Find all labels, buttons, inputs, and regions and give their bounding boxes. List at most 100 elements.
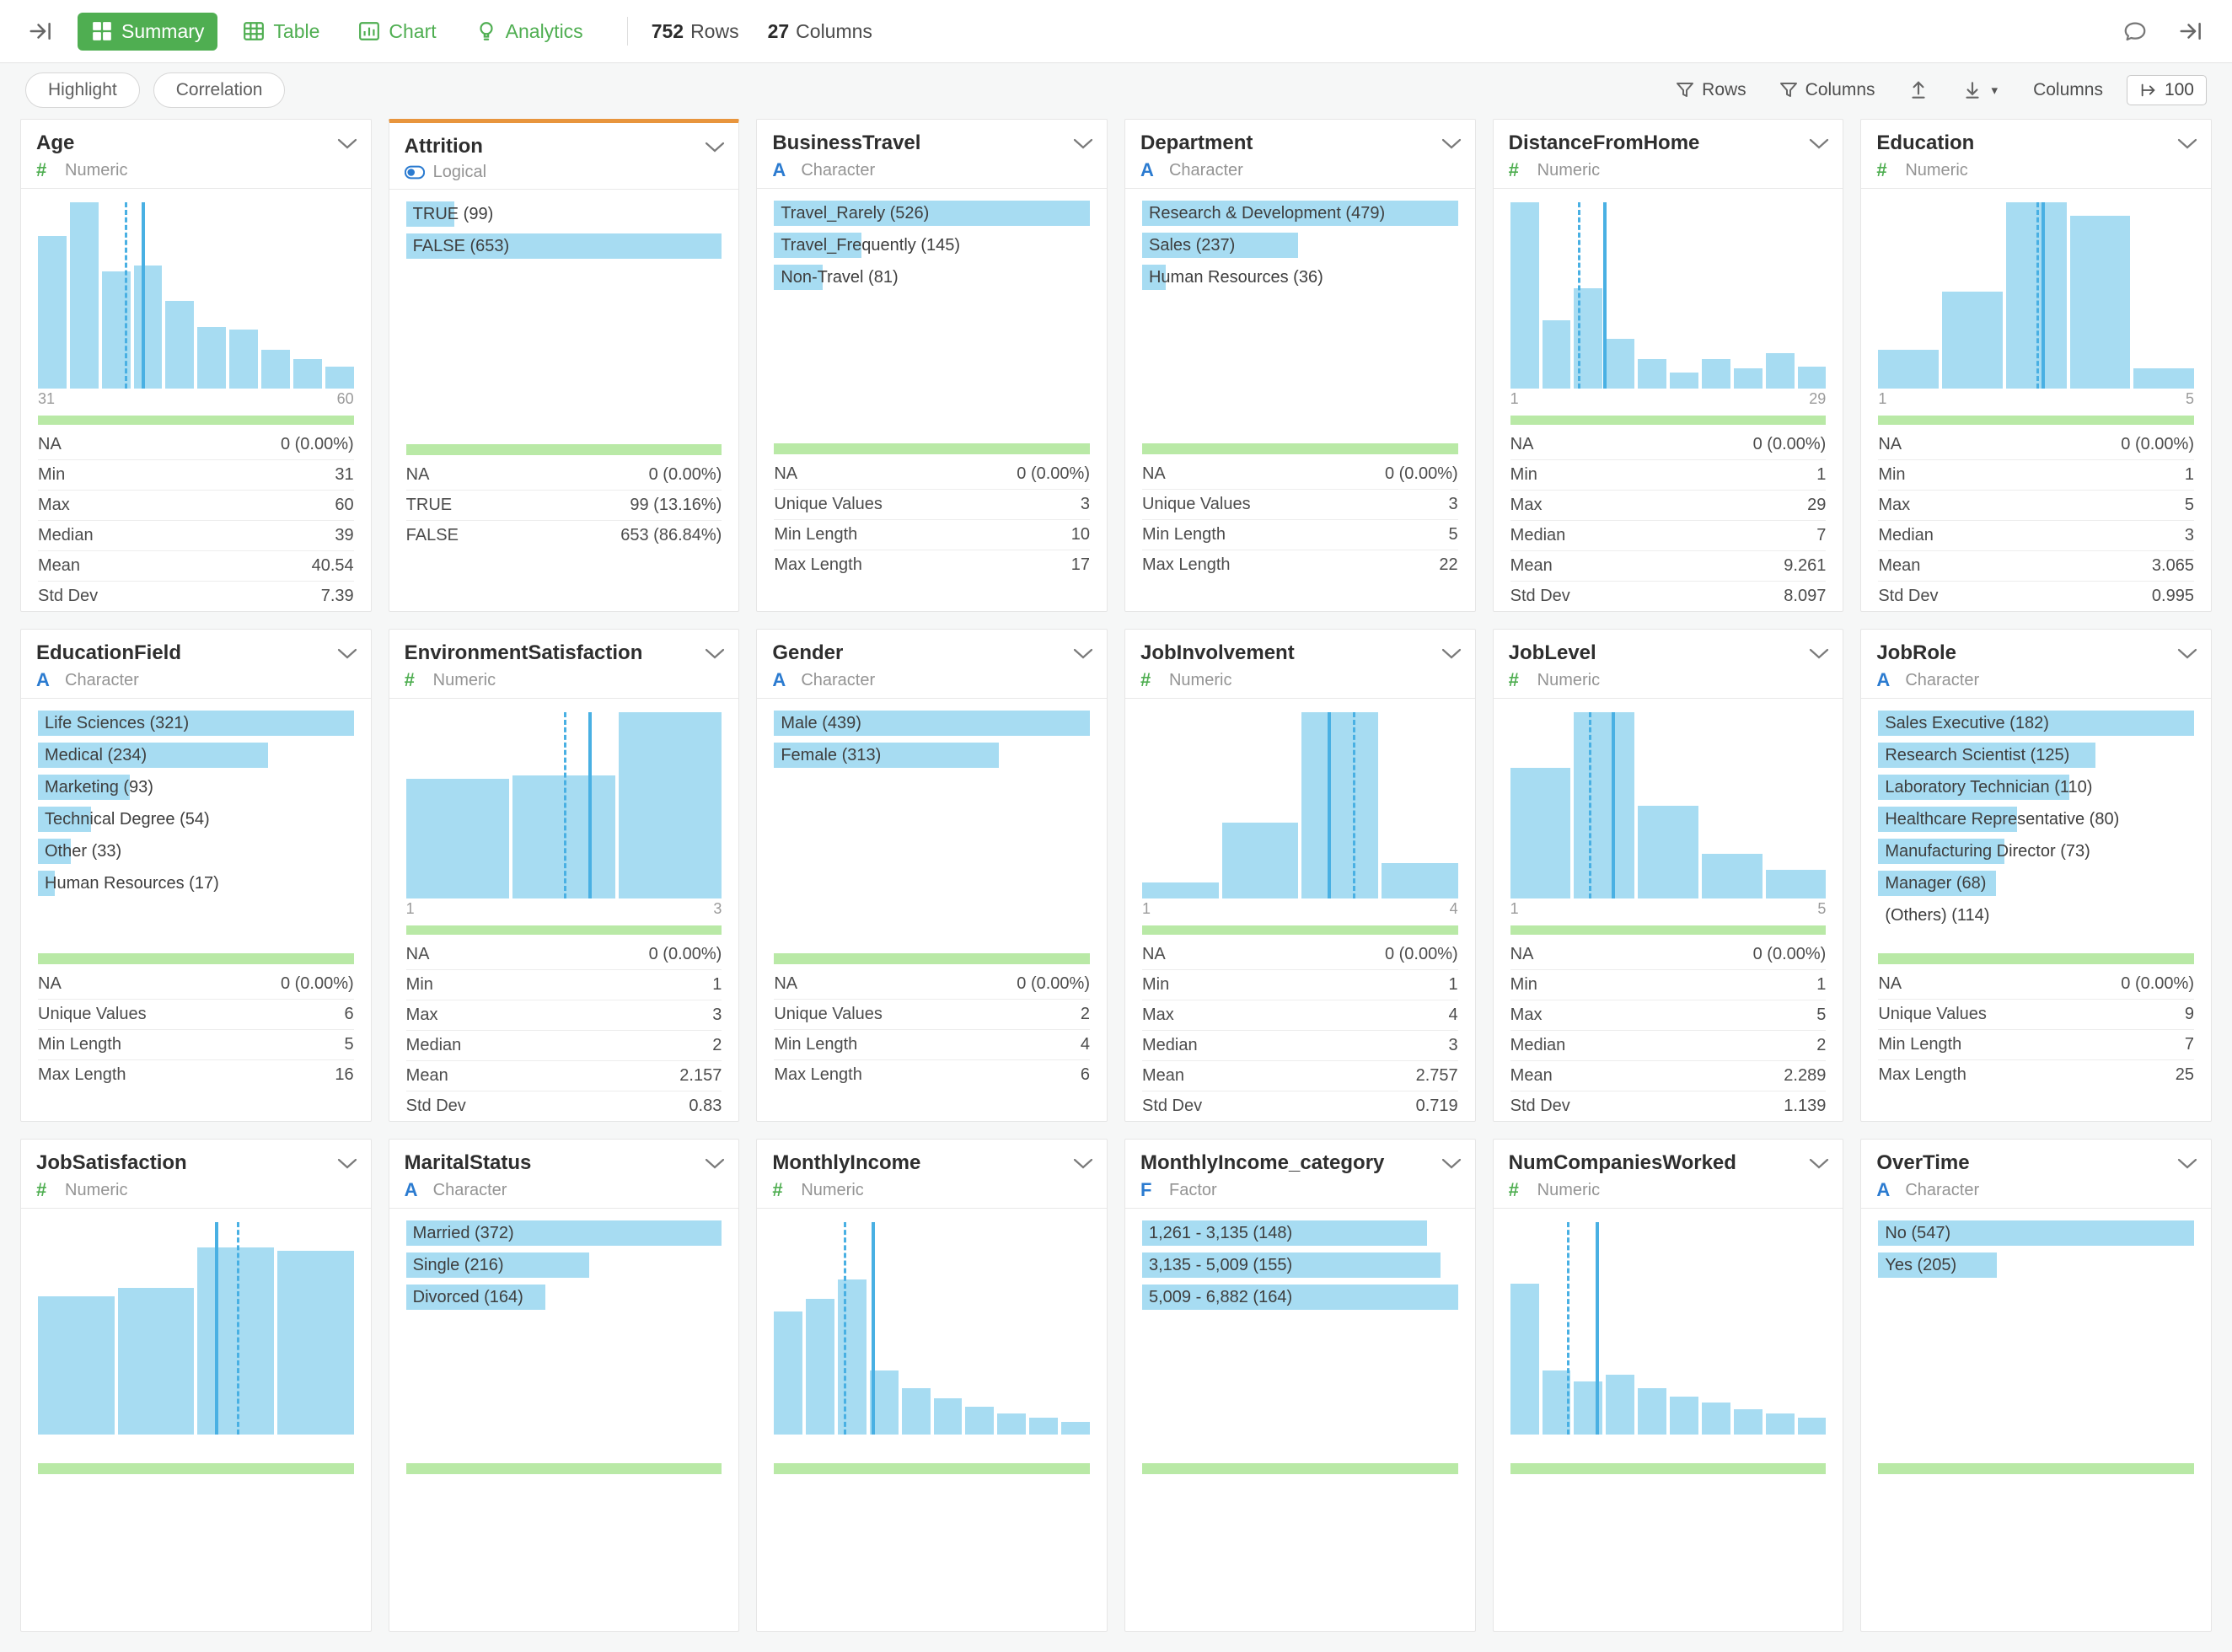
histogram[interactable] [774, 1222, 1090, 1435]
category-bar[interactable]: Single (216) [406, 1252, 722, 1278]
histogram-bar[interactable] [1766, 353, 1795, 389]
chevron-down-icon[interactable] [337, 648, 357, 664]
category-bar[interactable]: Laboratory Technician (110) [1878, 775, 2194, 800]
download-button[interactable]: ▾ [1961, 79, 1999, 101]
histogram[interactable] [38, 1222, 354, 1435]
chevron-down-icon[interactable] [2177, 138, 2197, 154]
chevron-down-icon[interactable] [1809, 138, 1829, 154]
correlation-button[interactable]: Correlation [153, 72, 286, 108]
category-bar[interactable]: Sales (237) [1142, 233, 1458, 258]
histogram-bar[interactable] [1301, 712, 1378, 898]
chevron-down-icon[interactable] [1073, 138, 1093, 154]
histogram-bar[interactable] [1574, 712, 1634, 898]
histogram-bar[interactable] [838, 1279, 867, 1435]
category-bar[interactable]: Travel_Frequently (145) [774, 233, 1090, 258]
collapse-right-panel-button[interactable] [2173, 13, 2208, 49]
histogram-bar[interactable] [293, 359, 322, 389]
tab-summary[interactable]: Summary [78, 13, 217, 51]
category-bar[interactable]: Human Resources (36) [1142, 265, 1458, 290]
histogram-bar[interactable] [1638, 806, 1698, 899]
highlight-button[interactable]: Highlight [25, 72, 140, 108]
histogram-bar[interactable] [229, 330, 258, 389]
histogram-bar[interactable] [965, 1407, 994, 1435]
histogram-bar[interactable] [1766, 870, 1827, 898]
chevron-down-icon[interactable] [1441, 1158, 1462, 1174]
category-bar[interactable]: Research Scientist (125) [1878, 743, 2194, 768]
histogram-bar[interactable] [1670, 373, 1698, 389]
filter-columns-button[interactable]: Columns [1779, 80, 1875, 100]
histogram-bar[interactable] [1029, 1418, 1058, 1435]
histogram[interactable] [1510, 202, 1827, 389]
histogram-bar[interactable] [806, 1299, 834, 1435]
histogram-bar[interactable] [1702, 1403, 1730, 1435]
histogram-bar[interactable] [1222, 823, 1299, 899]
histogram-bar[interactable] [1734, 1409, 1763, 1435]
category-bar[interactable]: Yes (205) [1878, 1252, 2194, 1278]
chevron-down-icon[interactable] [2177, 1158, 2197, 1174]
histogram-bar[interactable] [70, 202, 99, 389]
filter-rows-button[interactable]: Rows [1675, 80, 1746, 100]
histogram-bar[interactable] [902, 1388, 931, 1435]
category-bar[interactable]: TRUE (99) [406, 201, 722, 227]
histogram-bar[interactable] [38, 1296, 115, 1435]
columns-limit-control[interactable]: 100 [2127, 75, 2207, 105]
histogram-bar[interactable] [1510, 768, 1571, 898]
histogram-bar[interactable] [934, 1398, 963, 1435]
histogram-bar[interactable] [1382, 863, 1458, 898]
histogram-bar[interactable] [997, 1413, 1026, 1435]
histogram-bar[interactable] [1702, 359, 1730, 389]
category-bar[interactable]: Female (313) [774, 743, 1090, 768]
chevron-down-icon[interactable] [2177, 648, 2197, 664]
histogram-bar[interactable] [165, 301, 194, 389]
histogram[interactable] [38, 202, 354, 389]
tab-analytics[interactable]: Analytics [462, 13, 597, 51]
category-bar[interactable]: Travel_Rarely (526) [774, 201, 1090, 226]
category-bar[interactable]: Sales Executive (182) [1878, 711, 2194, 736]
category-bar[interactable]: Male (439) [774, 711, 1090, 736]
category-bar[interactable]: Medical (234) [38, 743, 354, 768]
tab-table[interactable]: Table [229, 13, 333, 51]
histogram-bar[interactable] [1606, 1375, 1634, 1435]
upload-button[interactable] [1907, 79, 1929, 101]
histogram-bar[interactable] [38, 236, 67, 389]
histogram-bar[interactable] [1510, 202, 1539, 389]
histogram-bar[interactable] [1606, 339, 1634, 389]
chevron-down-icon[interactable] [337, 1158, 357, 1174]
histogram-bar[interactable] [118, 1288, 195, 1435]
category-bar[interactable]: No (547) [1878, 1220, 2194, 1246]
collapse-left-panel-button[interactable] [24, 14, 57, 48]
histogram-bar[interactable] [134, 266, 163, 389]
category-bar[interactable]: Married (372) [406, 1220, 722, 1246]
chevron-down-icon[interactable] [1441, 648, 1462, 664]
histogram-bar[interactable] [1878, 350, 1939, 389]
histogram-bar[interactable] [1942, 292, 2003, 389]
category-bar[interactable]: FALSE (653) [406, 233, 722, 259]
chevron-down-icon[interactable] [1809, 1158, 1829, 1174]
histogram[interactable] [1510, 1222, 1827, 1435]
histogram-bar[interactable] [325, 367, 354, 389]
histogram-bar[interactable] [1543, 320, 1571, 389]
histogram-bar[interactable] [1734, 368, 1763, 389]
category-bar[interactable]: Non-Travel (81) [774, 265, 1090, 290]
histogram-bar[interactable] [1798, 1418, 1827, 1435]
category-bar[interactable]: Technical Degree (54) [38, 807, 354, 832]
histogram-bar[interactable] [1798, 367, 1827, 389]
histogram-bar[interactable] [197, 1247, 274, 1435]
histogram[interactable] [1510, 712, 1827, 898]
comment-button[interactable] [2117, 13, 2153, 49]
histogram-bar[interactable] [2133, 368, 2194, 389]
histogram[interactable] [406, 712, 722, 898]
category-bar[interactable]: 3,135 - 5,009 (155) [1142, 1252, 1458, 1278]
chevron-down-icon[interactable] [1441, 138, 1462, 154]
category-bar[interactable]: 1,261 - 3,135 (148) [1142, 1220, 1458, 1246]
category-bar[interactable]: Manager (68) [1878, 871, 2194, 896]
category-bar[interactable]: Marketing (93) [38, 775, 354, 800]
histogram-bar[interactable] [1670, 1397, 1698, 1435]
histogram[interactable] [1142, 712, 1458, 898]
category-bar[interactable]: Life Sciences (321) [38, 711, 354, 736]
chevron-down-icon[interactable] [705, 648, 725, 664]
histogram-bar[interactable] [197, 327, 226, 389]
category-bar[interactable]: Human Resources (17) [38, 871, 354, 896]
histogram-bar[interactable] [619, 712, 722, 898]
histogram-bar[interactable] [774, 1311, 802, 1435]
